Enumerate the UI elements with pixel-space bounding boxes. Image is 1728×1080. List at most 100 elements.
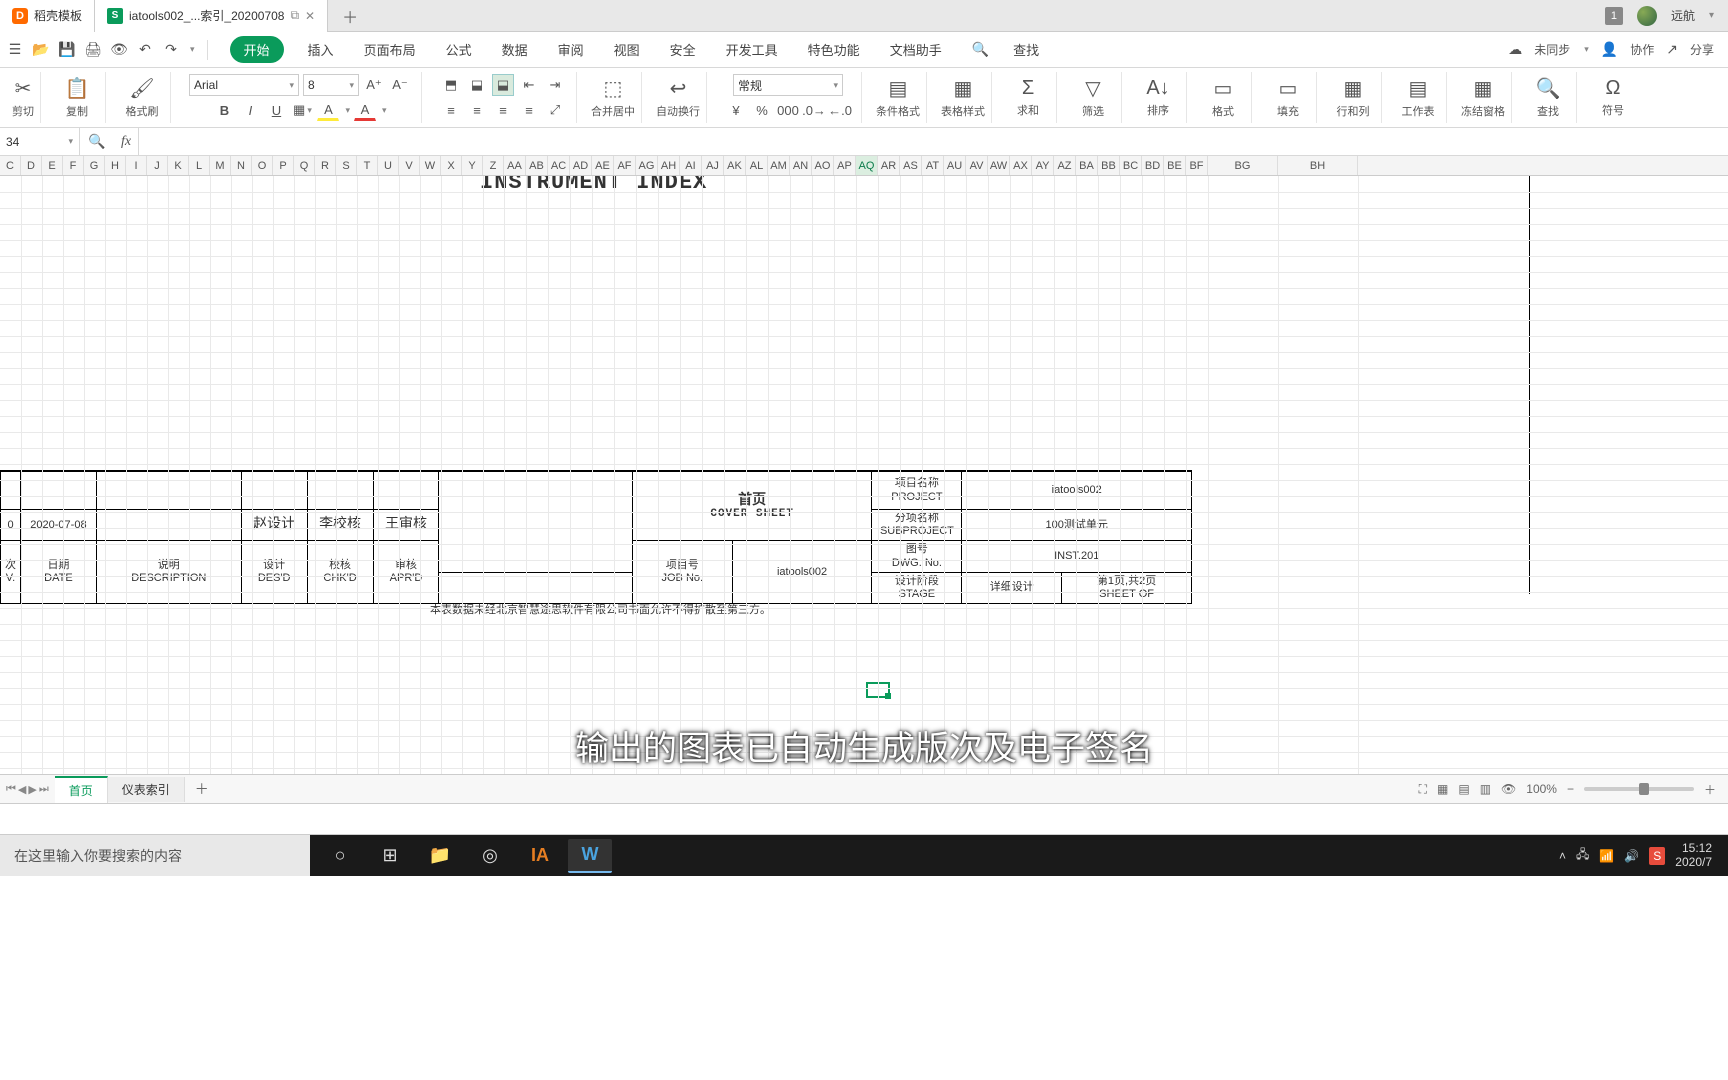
- open-icon[interactable]: 📂: [32, 41, 50, 59]
- col-header-Q[interactable]: Q: [294, 156, 315, 175]
- sheet-nav-next-icon[interactable]: ▶: [28, 783, 36, 796]
- chevron-down-icon[interactable]: ▾: [1709, 10, 1714, 21]
- col-header-T[interactable]: T: [357, 156, 378, 175]
- notification-badge[interactable]: 1: [1605, 7, 1623, 25]
- col-header-AJ[interactable]: AJ: [702, 156, 724, 175]
- align-center-icon[interactable]: ≡: [466, 99, 488, 121]
- percent-icon[interactable]: %: [751, 99, 773, 121]
- col-header-P[interactable]: P: [273, 156, 294, 175]
- print-icon[interactable]: 🖨: [84, 41, 102, 59]
- redo-icon[interactable]: ↷: [162, 41, 180, 59]
- number-format-select[interactable]: 常规▾: [733, 74, 843, 96]
- col-header-N[interactable]: N: [231, 156, 252, 175]
- table-style-button[interactable]: ▦表格样式: [941, 76, 985, 119]
- tray-wifi-icon[interactable]: 📶: [1599, 849, 1614, 863]
- cut-button[interactable]: ✂: [13, 76, 33, 101]
- font-name-select[interactable]: Arial▾: [189, 74, 299, 96]
- col-header-L[interactable]: L: [189, 156, 210, 175]
- col-header-G[interactable]: G: [84, 156, 105, 175]
- view-normal-icon[interactable]: ▦: [1437, 782, 1448, 796]
- col-header-AI[interactable]: AI: [680, 156, 702, 175]
- view-fullscreen-icon[interactable]: ⛶: [1419, 782, 1427, 797]
- col-header-BD[interactable]: BD: [1142, 156, 1164, 175]
- sum-button[interactable]: Σ求和: [1006, 77, 1050, 118]
- name-box[interactable]: 34▾: [0, 128, 80, 155]
- comma-icon[interactable]: 000: [777, 99, 799, 121]
- tray-network-icon[interactable]: 🖧: [1576, 845, 1589, 866]
- add-sheet-button[interactable]: ＋: [185, 779, 219, 799]
- col-header-I[interactable]: I: [126, 156, 147, 175]
- view-pagebreak-icon[interactable]: ▥: [1480, 782, 1491, 796]
- cond-format-button[interactable]: ▤条件格式: [876, 76, 920, 119]
- wps-icon[interactable]: W: [568, 839, 612, 873]
- sheet-nav-last-icon[interactable]: ⏭: [39, 783, 49, 796]
- cortana-icon[interactable]: ○: [318, 839, 362, 873]
- fx-icon[interactable]: fx: [114, 134, 138, 150]
- zoom-icon[interactable]: 🔍: [80, 133, 114, 150]
- col-header-AS[interactable]: AS: [900, 156, 922, 175]
- decrease-font-icon[interactable]: A⁻: [389, 74, 411, 96]
- rowcol-button[interactable]: ▦行和列: [1331, 76, 1375, 119]
- font-color-button[interactable]: A: [354, 99, 376, 121]
- taskview-icon[interactable]: ⊞: [368, 839, 412, 873]
- col-header-AF[interactable]: AF: [614, 156, 636, 175]
- freeze-button[interactable]: ▦冻结窗格: [1461, 76, 1505, 119]
- col-header-AW[interactable]: AW: [988, 156, 1010, 175]
- format-button[interactable]: ▭格式: [1201, 76, 1245, 119]
- zoom-out-button[interactable]: −: [1567, 782, 1574, 796]
- orientation-icon[interactable]: ⤢: [544, 99, 566, 121]
- view-pagelayout-icon[interactable]: ▤: [1458, 782, 1469, 796]
- col-header-AG[interactable]: AG: [636, 156, 658, 175]
- col-header-AL[interactable]: AL: [746, 156, 768, 175]
- menu-special[interactable]: 特色功能: [802, 36, 866, 63]
- bold-button[interactable]: B: [213, 99, 235, 121]
- collab-button[interactable]: 协作: [1630, 41, 1654, 58]
- col-header-S[interactable]: S: [336, 156, 357, 175]
- col-header-AO[interactable]: AO: [812, 156, 834, 175]
- col-header-AY[interactable]: AY: [1032, 156, 1054, 175]
- col-header-BH[interactable]: BH: [1278, 156, 1358, 175]
- app-ia-icon[interactable]: IA: [518, 839, 562, 873]
- zoom-in-button[interactable]: ＋: [1704, 781, 1716, 798]
- align-left-icon[interactable]: ≡: [440, 99, 462, 121]
- sync-status[interactable]: 未同步: [1534, 41, 1570, 58]
- increase-font-icon[interactable]: A⁺: [363, 74, 385, 96]
- menu-dochelp[interactable]: 文档助手: [884, 36, 948, 63]
- chevron-down-icon[interactable]: ▾: [1584, 44, 1589, 55]
- align-right-icon[interactable]: ≡: [492, 99, 514, 121]
- indent-decrease-icon[interactable]: ⇤: [518, 74, 540, 96]
- col-header-AB[interactable]: AB: [526, 156, 548, 175]
- column-headers[interactable]: CDEFGHIJKLMNOPQRSTUVWXYZAAABACADAEAFAGAH…: [0, 156, 1728, 176]
- close-icon[interactable]: ✕: [305, 9, 315, 23]
- tray-ime-icon[interactable]: S: [1649, 847, 1665, 865]
- col-header-R[interactable]: R: [315, 156, 336, 175]
- col-header-AD[interactable]: AD: [570, 156, 592, 175]
- sheet-tab-2[interactable]: 仪表索引: [108, 777, 185, 802]
- col-header-Z[interactable]: Z: [483, 156, 504, 175]
- col-header-K[interactable]: K: [168, 156, 189, 175]
- save-icon[interactable]: 💾: [58, 41, 76, 59]
- avatar[interactable]: [1637, 6, 1657, 26]
- find-button[interactable]: 🔍查找: [1526, 76, 1570, 119]
- align-justify-icon[interactable]: ≡: [518, 99, 540, 121]
- col-header-D[interactable]: D: [21, 156, 42, 175]
- col-header-BF[interactable]: BF: [1186, 156, 1208, 175]
- share-icon[interactable]: ↗: [1666, 41, 1678, 58]
- col-header-AC[interactable]: AC: [548, 156, 570, 175]
- col-header-AH[interactable]: AH: [658, 156, 680, 175]
- col-header-Y[interactable]: Y: [462, 156, 483, 175]
- col-header-J[interactable]: J: [147, 156, 168, 175]
- chevron-down-icon[interactable]: ▾: [190, 44, 195, 55]
- col-header-F[interactable]: F: [63, 156, 84, 175]
- col-header-AN[interactable]: AN: [790, 156, 812, 175]
- menu-dev[interactable]: 开发工具: [720, 36, 784, 63]
- italic-button[interactable]: I: [239, 99, 261, 121]
- currency-icon[interactable]: ¥: [725, 99, 747, 121]
- fill-color-button[interactable]: A: [317, 99, 339, 121]
- sheet-nav-first-icon[interactable]: ⏮: [6, 783, 16, 796]
- col-header-AE[interactable]: AE: [592, 156, 614, 175]
- col-header-AP[interactable]: AP: [834, 156, 856, 175]
- menu-layout[interactable]: 页面布局: [358, 36, 422, 63]
- menu-search[interactable]: 查找: [1007, 36, 1045, 63]
- popup-icon[interactable]: ⧉: [290, 8, 299, 23]
